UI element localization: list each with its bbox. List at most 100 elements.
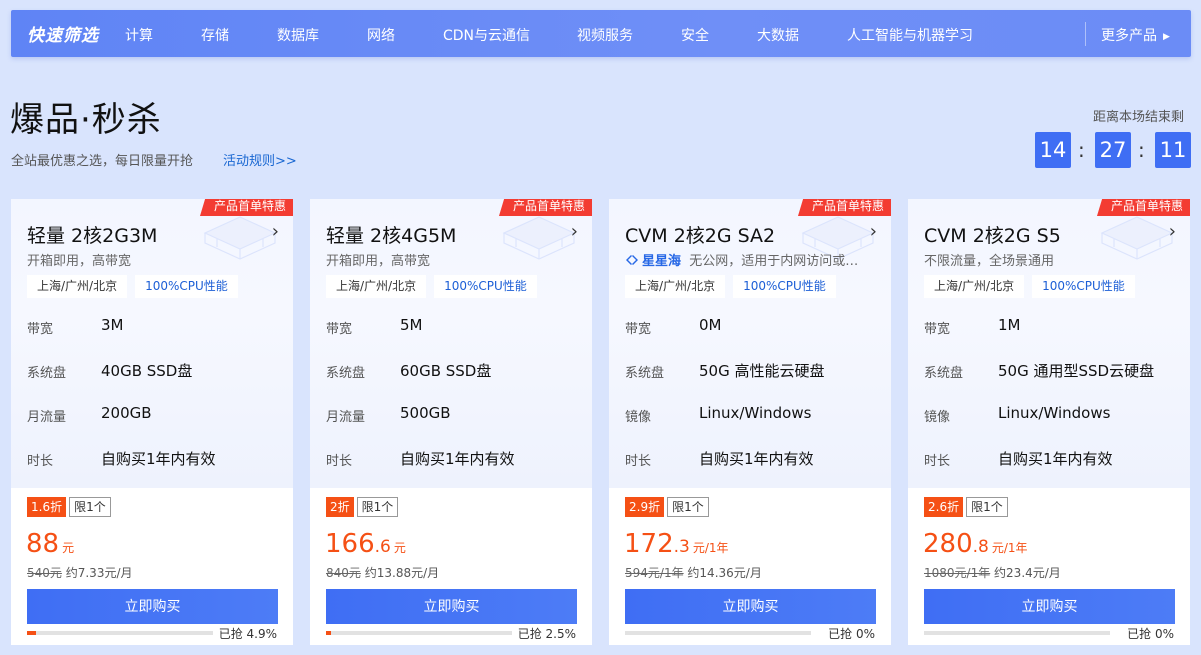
nav-item-compute[interactable]: 计算 bbox=[125, 25, 153, 45]
description-text: 开箱即用，高带宽 bbox=[27, 254, 132, 269]
spec-value: 自购买1年内有效 bbox=[998, 450, 1113, 468]
countdown-separator: : bbox=[1078, 138, 1085, 162]
spec-label: 带宽 bbox=[27, 322, 54, 337]
product-card[interactable]: 产品首单特惠 轻量 2核2G3M › 开箱即用，高带宽 上海/广州/北京 100… bbox=[11, 199, 293, 645]
spec-label: 时长 bbox=[326, 454, 353, 469]
product-card[interactable]: 产品首单特惠 轻量 2核4G5M › 开箱即用，高带宽 上海/广州/北京 100… bbox=[310, 199, 592, 645]
limit-badge: 限1个 bbox=[966, 497, 1008, 517]
monthly-price: 约23.4元/月 bbox=[994, 566, 1061, 580]
original-price: 1080元/1年 约23.4元/月 bbox=[924, 564, 1061, 581]
nav-item-database[interactable]: 数据库 bbox=[277, 25, 319, 45]
spec-value: 1M bbox=[998, 316, 1021, 334]
monthly-price: 约7.33元/月 bbox=[65, 566, 133, 580]
strikethrough-price: 594元/1年 bbox=[625, 566, 684, 580]
region-chip: 上海/广州/北京 bbox=[326, 275, 427, 298]
price-decimal: .3 bbox=[673, 537, 690, 557]
nav-item-bigdata[interactable]: 大数据 bbox=[757, 25, 799, 45]
buy-now-button[interactable]: 立即购买 bbox=[27, 589, 278, 624]
product-card[interactable]: 产品首单特惠 CVM 2核2G S5 › 不限流量，全场景通用 上海/广州/北京… bbox=[908, 199, 1190, 645]
spec-value: 200GB bbox=[101, 404, 152, 422]
brand-name: 星星海 bbox=[642, 254, 682, 269]
product-card[interactable]: 产品首单特惠 CVM 2核2G SA2 › 星星海 无公网，适用于内网访问或… … bbox=[609, 199, 891, 645]
spec-value: 0M bbox=[699, 316, 722, 334]
brand-icon bbox=[625, 254, 642, 269]
sold-percentage: 已抢 2.5% bbox=[517, 627, 576, 641]
price-decimal: .8 bbox=[972, 537, 989, 557]
nav-item-ai[interactable]: 人工智能与机器学习 bbox=[847, 25, 973, 45]
more-products-button[interactable]: 更多产品 ▶ bbox=[1101, 25, 1170, 45]
nav-item-network[interactable]: 网络 bbox=[367, 25, 395, 45]
countdown-hours: 14 bbox=[1035, 132, 1071, 168]
price-unit: 元 bbox=[393, 541, 406, 555]
description-text: 开箱即用，高带宽 bbox=[326, 254, 431, 269]
cpu-chip: 100%CPU性能 bbox=[733, 275, 836, 298]
spec-value: 50G 通用型SSD云硬盘 bbox=[998, 362, 1155, 380]
first-order-tag: 产品首单特惠 bbox=[199, 199, 293, 216]
spec-label: 系统盘 bbox=[326, 366, 366, 381]
feature-chips: 上海/广州/北京 100%CPU性能 bbox=[924, 275, 1135, 298]
nav-item-security[interactable]: 安全 bbox=[681, 25, 709, 45]
spec-value: 40GB SSD盘 bbox=[101, 362, 193, 380]
price-unit: 元/1年 bbox=[991, 541, 1028, 555]
first-order-tag: 产品首单特惠 bbox=[1096, 199, 1190, 216]
spec-label: 带宽 bbox=[625, 322, 652, 337]
spec-label: 月流量 bbox=[27, 410, 67, 425]
limit-badge: 限1个 bbox=[356, 497, 399, 517]
countdown-seconds: 11 bbox=[1155, 132, 1191, 168]
product-title[interactable]: CVM 2核2G S5 bbox=[924, 221, 1061, 248]
buy-now-button[interactable]: 立即购买 bbox=[625, 589, 876, 624]
chevron-right-icon[interactable]: › bbox=[870, 221, 877, 242]
region-chip: 上海/广州/北京 bbox=[625, 275, 726, 298]
discount-badge: 2.9折 bbox=[625, 497, 665, 517]
monthly-price: 约13.88元/月 bbox=[364, 566, 440, 580]
activity-rules-link[interactable]: 活动规则>> bbox=[223, 150, 297, 169]
region-chip: 上海/广州/北京 bbox=[924, 275, 1025, 298]
spec-label: 镜像 bbox=[625, 410, 652, 425]
spec-label: 时长 bbox=[27, 454, 54, 469]
description-text: 不限流量，全场景通用 bbox=[924, 254, 1055, 269]
sale-price: 88 元 bbox=[26, 529, 74, 559]
product-title[interactable]: 轻量 2核4G5M bbox=[326, 221, 456, 248]
spec-label: 月流量 bbox=[326, 410, 366, 425]
price-integer: 88 bbox=[26, 529, 60, 559]
spec-label: 系统盘 bbox=[924, 366, 964, 381]
strikethrough-price: 840元 bbox=[326, 566, 361, 580]
price-integer: 166 bbox=[325, 529, 375, 559]
sold-percentage: 已抢 4.9% bbox=[218, 627, 277, 641]
chevron-right-icon[interactable]: › bbox=[1169, 221, 1176, 242]
quick-filter-logo[interactable]: 快速筛选 bbox=[27, 21, 99, 46]
spec-value: Linux/Windows bbox=[699, 404, 812, 422]
cpu-chip: 100%CPU性能 bbox=[434, 275, 537, 298]
spec-value: 60GB SSD盘 bbox=[400, 362, 492, 380]
top-navigation: 快速筛选 计算 存储 数据库 网络 CDN与云通信 视频服务 安全 大数据 人工… bbox=[11, 10, 1191, 57]
description-text: 无公网，适用于内网访问或… bbox=[689, 254, 859, 269]
chevron-right-icon[interactable]: › bbox=[571, 221, 578, 242]
product-title[interactable]: 轻量 2核2G3M bbox=[27, 221, 157, 248]
buy-now-button[interactable]: 立即购买 bbox=[326, 589, 577, 624]
strikethrough-price: 540元 bbox=[27, 566, 62, 580]
chevron-right-icon[interactable]: › bbox=[272, 221, 279, 242]
spec-label: 时长 bbox=[924, 454, 951, 469]
sold-percentage: 已抢 0% bbox=[1127, 627, 1174, 641]
feature-chips: 上海/广州/北京 100%CPU性能 bbox=[326, 275, 537, 298]
sold-percentage: 已抢 0% bbox=[828, 627, 875, 641]
price-decimal: .6 bbox=[374, 537, 391, 557]
product-description: 开箱即用，高带宽 bbox=[326, 250, 576, 269]
sold-progress-bar bbox=[326, 631, 512, 635]
spec-label: 系统盘 bbox=[27, 366, 67, 381]
price-integer: 280 bbox=[923, 529, 973, 559]
product-title[interactable]: CVM 2核2G SA2 bbox=[625, 221, 775, 248]
discount-badge: 2.6折 bbox=[924, 497, 964, 517]
price-integer: 172 bbox=[624, 529, 674, 559]
discount-badge: 2折 bbox=[326, 497, 354, 517]
nav-item-cdn[interactable]: CDN与云通信 bbox=[443, 25, 530, 45]
spec-value: 自购买1年内有效 bbox=[699, 450, 814, 468]
original-price: 540元 约7.33元/月 bbox=[27, 564, 133, 581]
spec-value: 自购买1年内有效 bbox=[400, 450, 515, 468]
nav-item-storage[interactable]: 存储 bbox=[201, 25, 229, 45]
countdown-label: 距离本场结束剩 bbox=[1093, 110, 1185, 125]
nav-item-video[interactable]: 视频服务 bbox=[577, 25, 633, 45]
price-badges: 2.6折 限1个 bbox=[924, 497, 1008, 517]
buy-now-button[interactable]: 立即购买 bbox=[924, 589, 1175, 624]
sale-price: 280.8 元/1年 bbox=[923, 529, 1028, 559]
